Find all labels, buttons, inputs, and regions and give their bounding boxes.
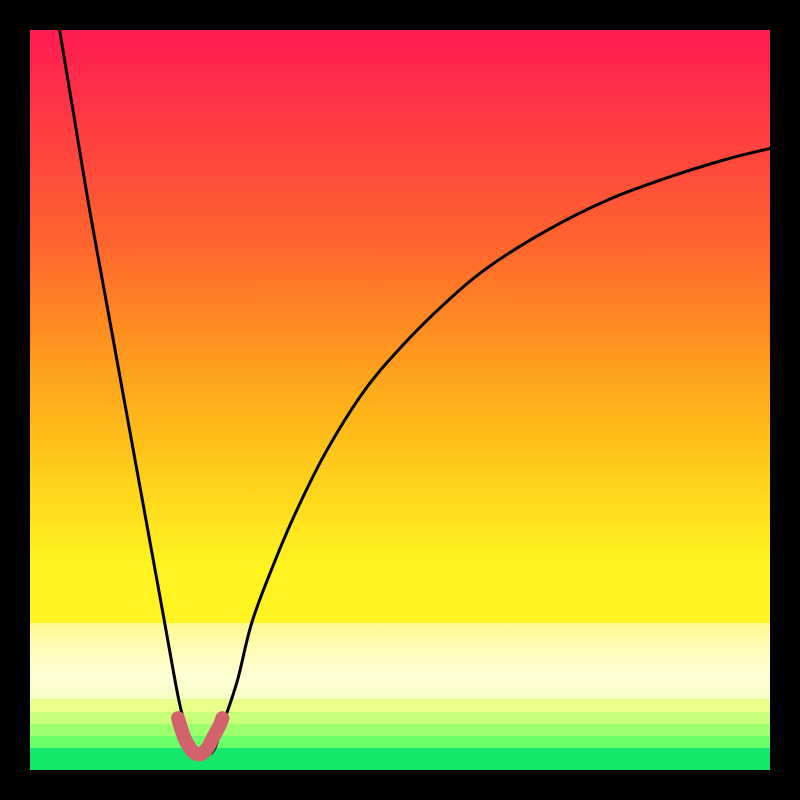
curve-svg — [30, 30, 770, 770]
chart-frame: TheBottleneck.com — [0, 0, 800, 800]
plot-area: TheBottleneck.com — [30, 30, 770, 770]
bottleneck-curve — [60, 30, 770, 756]
